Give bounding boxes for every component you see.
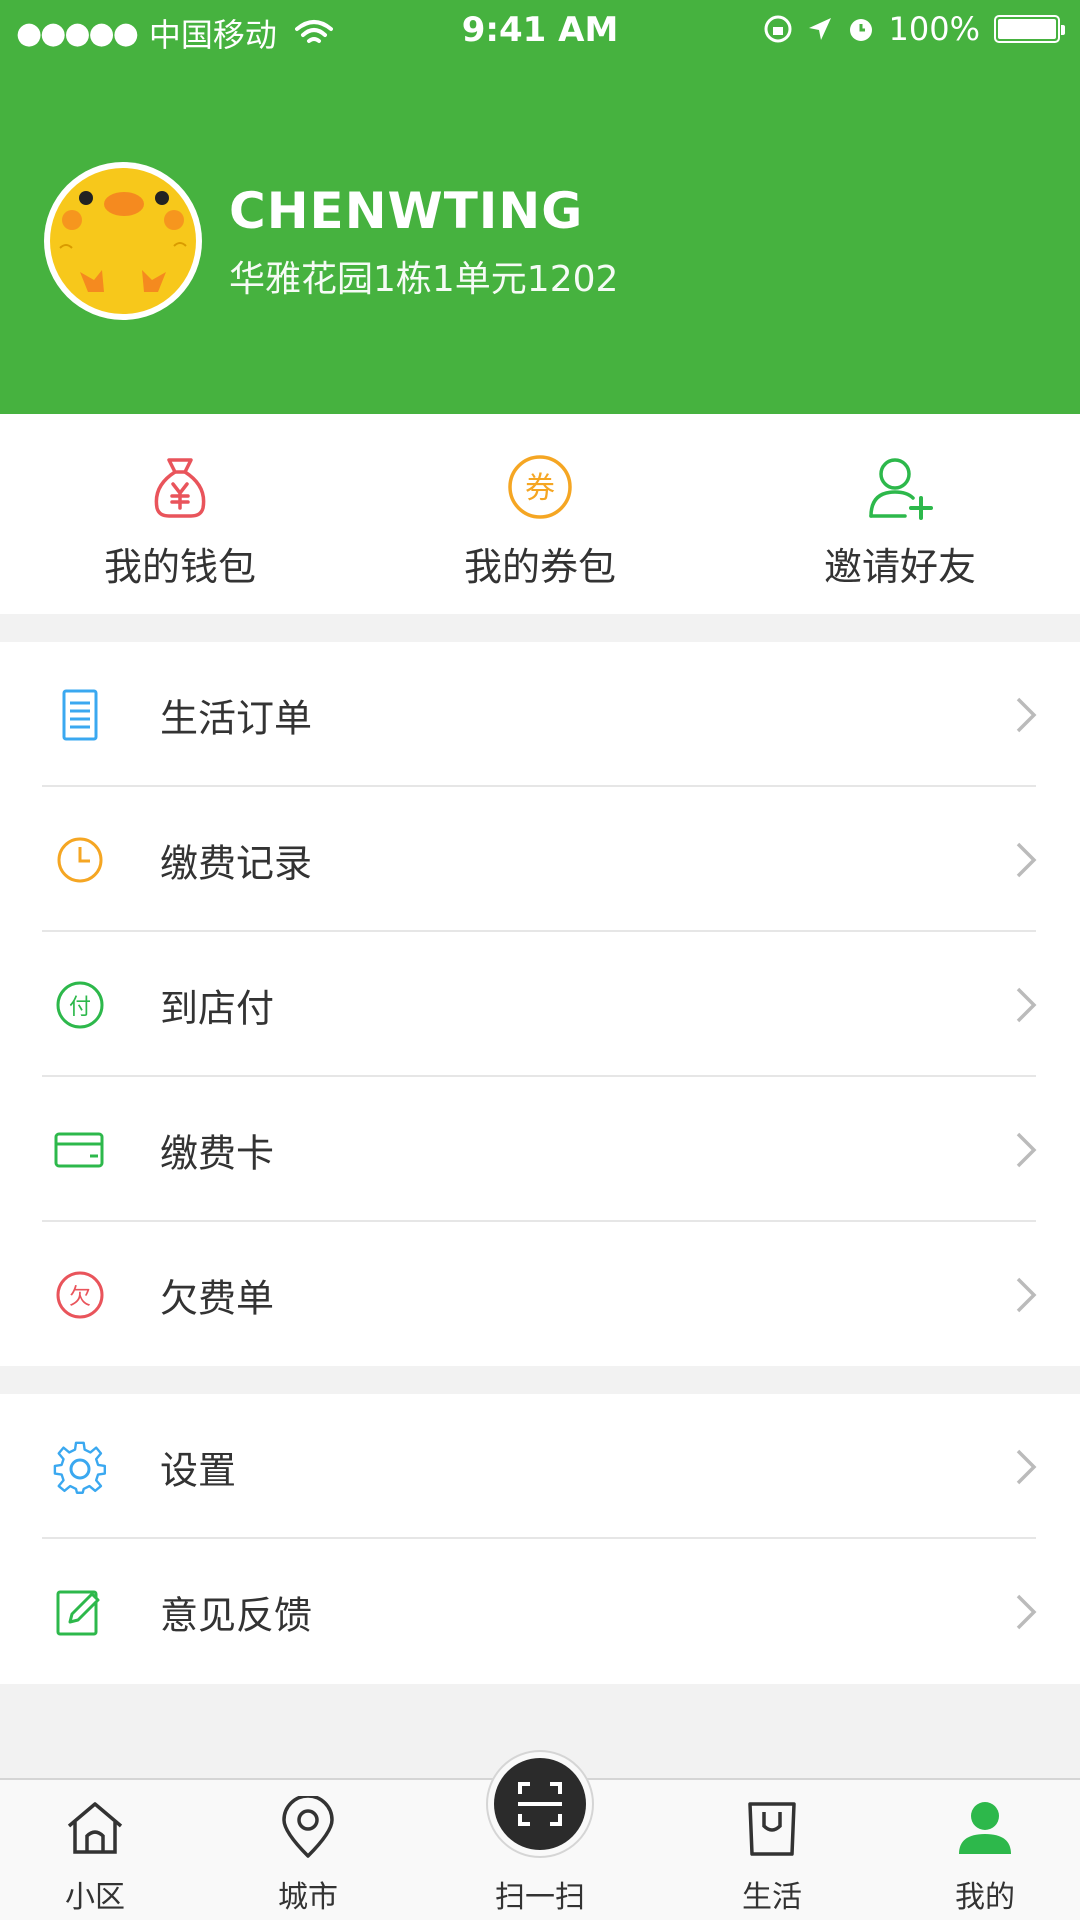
user-icon	[959, 1802, 1011, 1854]
coupon-label: 我的券包	[463, 545, 616, 589]
scan-button[interactable]	[494, 1758, 586, 1850]
menu-group-orders: 生活订单 缴费记录 付 到店付 缴费卡 欠 欠费单	[0, 642, 1080, 1366]
menu-label: 缴费记录	[160, 841, 313, 885]
location-icon	[282, 1796, 334, 1858]
clock-icon	[57, 837, 103, 882]
chick-avatar-icon	[59, 191, 187, 292]
wallet-button[interactable]: 我的钱包	[0, 414, 360, 614]
chevron-right-icon	[1016, 842, 1037, 877]
menu-item-feedback[interactable]: 意见反馈	[0, 1539, 1080, 1684]
menu-group-settings: 设置 意见反馈	[0, 1394, 1080, 1684]
user-name: CHENWTING	[229, 182, 584, 240]
chevron-right-icon	[1016, 697, 1037, 732]
order-list-icon	[62, 689, 98, 740]
status-bar: ●●●●● 中国移动 9:41 AM 100%	[0, 0, 1080, 60]
tab-label: 我的	[955, 1880, 1015, 1915]
scan-icon	[518, 1782, 562, 1826]
menu-item-life-orders[interactable]: 生活订单	[0, 642, 1080, 787]
pay-icon: 付	[56, 981, 104, 1028]
money-bag-icon	[154, 458, 206, 518]
edit-icon	[56, 1590, 100, 1635]
invite-friend-label: 邀请好友	[823, 545, 976, 589]
pay-glyph: 付	[69, 995, 91, 1020]
menu-item-payment-card[interactable]: 缴费卡	[0, 1077, 1080, 1222]
avatar[interactable]	[44, 162, 202, 320]
tab-life[interactable]: 生活	[692, 1780, 852, 1920]
chevron-right-icon	[1016, 1449, 1037, 1484]
add-friend-icon	[869, 458, 933, 520]
battery-percent: 100%	[888, 10, 980, 48]
tab-city[interactable]: 城市	[228, 1780, 388, 1920]
menu-label: 缴费卡	[160, 1131, 275, 1175]
menu-item-arrears[interactable]: 欠 欠费单	[0, 1222, 1080, 1367]
profile-header: ●●●●● 中国移动 9:41 AM 100% CHENWTING 华雅花园1栋…	[0, 0, 1080, 414]
menu-item-pay-in-store[interactable]: 付 到店付	[0, 932, 1080, 1077]
tab-community[interactable]: 小区	[15, 1780, 175, 1920]
menu-label: 意见反馈	[160, 1593, 313, 1637]
coupon-button[interactable]: 券 我的券包	[360, 414, 720, 614]
tab-label: 生活	[742, 1880, 802, 1915]
coupon-glyph: 券	[525, 471, 555, 506]
battery-icon	[994, 15, 1065, 43]
wallet-label: 我的钱包	[103, 545, 256, 589]
tab-label: 扫一扫	[495, 1880, 585, 1915]
menu-label: 生活订单	[160, 696, 313, 740]
user-address: 华雅花园1栋1单元1202	[229, 259, 619, 300]
arrears-icon: 欠	[56, 1271, 104, 1318]
tab-label: 小区	[65, 1880, 125, 1915]
rotation-lock-icon	[764, 15, 792, 43]
chevron-right-icon	[1016, 987, 1037, 1022]
menu-label: 到店付	[160, 986, 275, 1030]
chevron-right-icon	[1016, 1132, 1037, 1167]
menu-item-payment-records[interactable]: 缴费记录	[0, 787, 1080, 932]
chevron-right-icon	[1016, 1277, 1037, 1312]
quick-actions: 我的钱包 券 我的券包 邀请好友	[0, 414, 1080, 614]
menu-label: 设置	[160, 1448, 237, 1492]
invite-friend-button[interactable]: 邀请好友	[720, 414, 1080, 614]
tab-label: 城市	[278, 1880, 338, 1915]
alarm-icon	[849, 19, 872, 41]
location-arrow-icon	[808, 18, 831, 40]
shopping-bag-icon	[748, 1802, 796, 1856]
home-icon	[67, 1802, 123, 1854]
arrears-glyph: 欠	[69, 1285, 91, 1310]
menu-label: 欠费单	[160, 1276, 275, 1320]
card-icon	[54, 1132, 104, 1167]
tab-mine[interactable]: 我的	[905, 1780, 1065, 1920]
chevron-right-icon	[1016, 1594, 1037, 1629]
gear-icon	[53, 1441, 107, 1494]
menu-item-settings[interactable]: 设置	[0, 1394, 1080, 1539]
coupon-icon: 券	[508, 455, 572, 519]
